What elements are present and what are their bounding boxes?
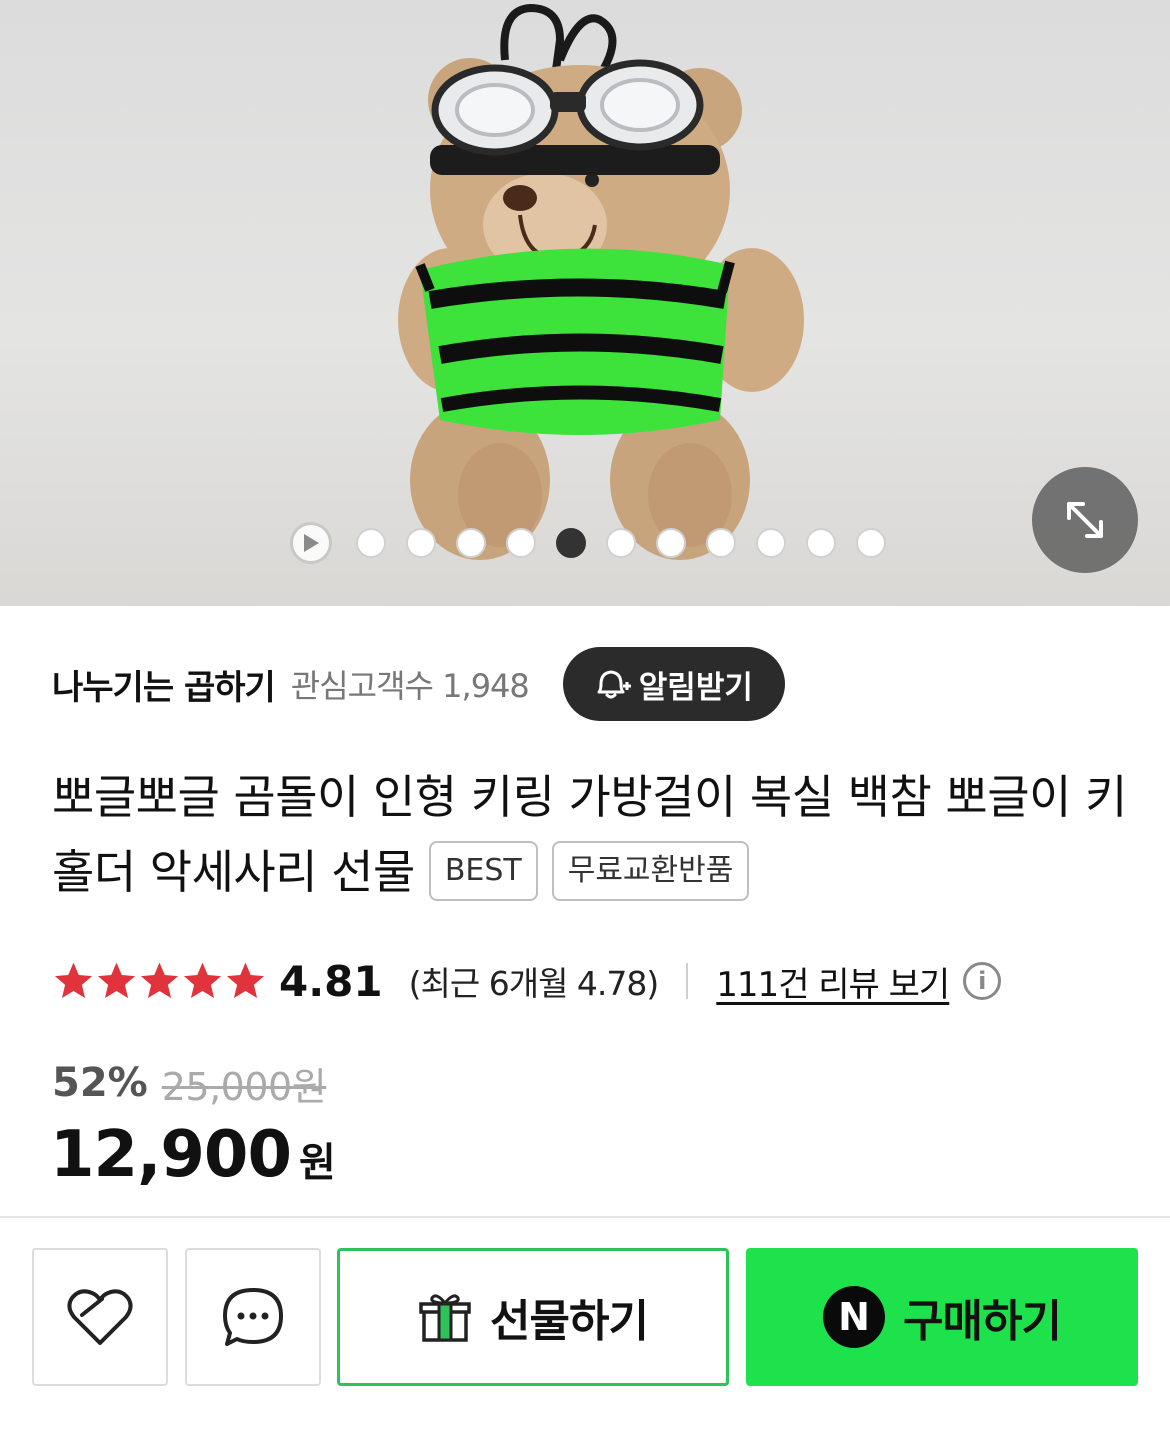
gift-label: 선물하기 — [490, 1296, 649, 1347]
rating-row: 4.81 (최근 6개월 4.78) 111건 리뷰 보기 i — [52, 950, 1002, 1012]
like-button[interactable] — [32, 1248, 168, 1386]
heart-icon — [67, 1289, 133, 1345]
price-unit: 원 — [298, 1140, 336, 1186]
store-row: 나누기는 곱하기 관심고객수 1,948 알림받기 — [52, 645, 785, 723]
gallery-dot[interactable] — [706, 528, 736, 558]
notify-label: 알림받기 — [638, 669, 753, 706]
chat-bubble-icon — [223, 1288, 283, 1346]
discount-row: 52% 25,000원 — [52, 1055, 327, 1111]
gallery-dot[interactable] — [806, 528, 836, 558]
star-icon — [226, 962, 265, 998]
review-link[interactable]: 111건 리뷰 보기 — [716, 957, 950, 1006]
play-icon[interactable] — [290, 522, 332, 564]
gift-button[interactable]: 선물하기 — [337, 1248, 729, 1386]
rating-score: 4.81 — [279, 956, 383, 1006]
discount-rate: 52% — [52, 1060, 148, 1106]
gallery-dot[interactable] — [856, 528, 886, 558]
gallery-dot[interactable] — [756, 528, 786, 558]
sale-price: 12,900 — [50, 1118, 292, 1192]
tag-best: BEST — [428, 841, 538, 901]
expand-image-button[interactable] — [1032, 467, 1138, 573]
divider — [686, 963, 689, 999]
star-icon — [97, 962, 136, 998]
gallery-dot[interactable] — [656, 528, 686, 558]
product-image-gallery[interactable] — [0, 0, 1170, 606]
star-rating — [52, 960, 267, 1002]
expand-diagonal-icon — [1067, 502, 1103, 538]
buy-label: 구매하기 — [903, 1296, 1062, 1347]
store-name-link[interactable]: 나누기는 곱하기 — [52, 660, 276, 709]
chat-button[interactable] — [185, 1248, 321, 1386]
gift-box-icon — [419, 1294, 471, 1342]
gallery-dot[interactable] — [556, 528, 586, 558]
star-icon — [54, 962, 93, 998]
star-icon — [183, 962, 222, 998]
gallery-dot[interactable] — [406, 528, 436, 558]
bell-plus-icon — [597, 670, 631, 699]
gallery-dot[interactable] — [606, 528, 636, 558]
interest-count: 관심고객수 1,948 — [290, 667, 530, 705]
notify-button[interactable]: 알림받기 — [562, 647, 785, 721]
gallery-dot[interactable] — [506, 528, 536, 558]
gallery-pagination — [290, 522, 896, 564]
product-title: 뽀글뽀글 곰돌이 인형 키링 가방걸이 복실 백참 뽀글이 키홀더 악세사리 선… — [52, 760, 1132, 910]
gallery-dot[interactable] — [456, 528, 486, 558]
gallery-dot[interactable] — [356, 528, 386, 558]
original-price: 25,000원 — [161, 1064, 327, 1109]
naver-pay-badge: N — [823, 1286, 886, 1348]
tag-free-return: 무료교환반품 — [551, 841, 750, 901]
product-image — [398, 3, 804, 560]
info-icon[interactable]: i — [963, 962, 1002, 1000]
recent-rating: (최근 6개월 4.78) — [408, 964, 660, 1003]
bottom-action-bar: 선물하기 N 구매하기 — [0, 1216, 1170, 1440]
star-icon — [140, 962, 179, 998]
buy-button[interactable]: N 구매하기 — [746, 1248, 1138, 1386]
price-row: 12,900 원 — [50, 1118, 336, 1198]
